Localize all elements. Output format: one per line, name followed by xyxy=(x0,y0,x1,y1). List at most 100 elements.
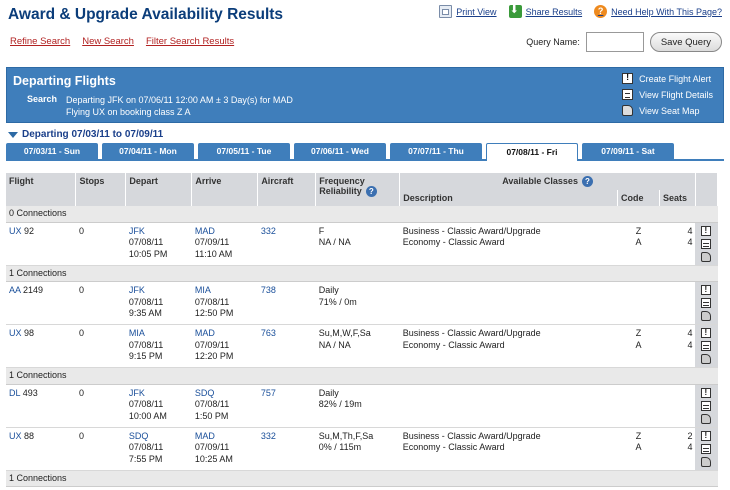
create-flight-alert-label[interactable]: Create Flight Alert xyxy=(639,74,711,84)
save-query-button[interactable]: Save Query xyxy=(649,32,722,52)
aircraft-type[interactable]: 757 xyxy=(261,388,276,398)
action-cell xyxy=(695,470,718,488)
view-seat-map-label[interactable]: View Seat Map xyxy=(639,106,699,116)
details-icon[interactable] xyxy=(701,298,712,309)
airline-code[interactable]: UX xyxy=(9,328,22,338)
reliability-help-icon[interactable]: ? xyxy=(365,186,377,198)
frequency-cell: Su,M,Th,F,Sa 0% / 115m xyxy=(315,427,400,471)
details-icon[interactable] xyxy=(701,341,712,352)
print-view-link[interactable]: Print View xyxy=(439,5,497,18)
details-icon[interactable] xyxy=(701,238,712,249)
query-name-label: Query Name: xyxy=(526,37,580,47)
seat-icon[interactable] xyxy=(701,251,712,262)
seat-count: 4 xyxy=(687,339,693,350)
tab-07-05[interactable]: 07/05/11 - Tue xyxy=(198,143,290,159)
reliability-value: NA / NA xyxy=(318,237,351,248)
refine-search-link[interactable]: Refine Search xyxy=(10,36,70,47)
filter-results-link[interactable]: Filter Search Results xyxy=(146,36,234,47)
alert-icon[interactable] xyxy=(701,225,712,236)
action-cell xyxy=(695,265,718,283)
query-name-input[interactable] xyxy=(585,32,644,52)
arrive-airport[interactable]: SDQ xyxy=(195,388,255,400)
class-description: Economy - Classic Award xyxy=(402,442,505,453)
airline-code[interactable]: AA xyxy=(9,285,21,295)
frequency-cell: Su,M,W,F,Sa NA / NA xyxy=(315,324,400,369)
depart-cell: JFK 07/08/11 10:05 PM xyxy=(125,222,192,266)
tab-07-09[interactable]: 07/09/11 - Sat xyxy=(582,143,674,159)
depart-time: 10:05 PM xyxy=(128,248,168,259)
view-seat-map-link[interactable]: View Seat Map xyxy=(622,105,713,116)
arrive-date: 07/09/11 xyxy=(194,339,230,350)
alert-icon[interactable] xyxy=(701,387,712,398)
top-links: Print View Share Results ? Need Help Wit… xyxy=(439,3,722,18)
class-description: Business - Classic Award/Upgrade xyxy=(402,225,541,236)
airline-code[interactable]: UX xyxy=(9,431,22,441)
depart-airport[interactable]: SDQ xyxy=(129,431,189,443)
aircraft-type[interactable]: 738 xyxy=(261,285,276,295)
seats-cell: 24 xyxy=(659,427,696,471)
help-link[interactable]: ? Need Help With This Page? xyxy=(594,5,722,18)
tab-07-07[interactable]: 07/07/11 - Thu xyxy=(390,143,482,159)
tab-07-03[interactable]: 07/03/11 - Sun xyxy=(6,143,98,159)
class-code: A xyxy=(635,237,642,248)
view-flight-details-label[interactable]: View Flight Details xyxy=(639,90,713,100)
arrive-airport[interactable]: MAD xyxy=(195,328,255,340)
date-range-toggle[interactable]: Departing 07/03/11 to 07/09/11 xyxy=(8,129,163,140)
col-arrive: Arrive xyxy=(191,173,259,207)
alert-icon[interactable] xyxy=(701,284,712,296)
arrive-airport[interactable]: MAD xyxy=(195,226,255,238)
share-results-label[interactable]: Share Results xyxy=(526,7,583,17)
airline-code[interactable]: UX xyxy=(9,226,22,236)
depart-airport[interactable]: MIA xyxy=(129,328,189,340)
seat-icon[interactable] xyxy=(701,413,712,424)
arrive-time: 11:10 AM xyxy=(194,248,233,259)
tab-07-08[interactable]: 07/08/11 - Fri xyxy=(486,143,578,161)
arrive-cell: SDQ 07/08/11 1:50 PM xyxy=(191,384,258,428)
depart-airport[interactable]: JFK xyxy=(129,226,189,238)
arrive-airport[interactable]: MIA xyxy=(195,285,255,297)
new-search-link[interactable]: New Search xyxy=(82,36,134,47)
available-classes-label: Available Classes xyxy=(502,176,578,186)
alert-icon[interactable] xyxy=(701,430,712,441)
arrive-date: 07/08/11 xyxy=(194,296,230,307)
print-view-label[interactable]: Print View xyxy=(456,7,496,17)
col-stops: Stops xyxy=(75,173,127,207)
col-seats: Seats xyxy=(659,190,696,207)
results-table: Flight Stops Depart Arrive Aircraft Freq… xyxy=(6,173,719,488)
aircraft-type[interactable]: 332 xyxy=(261,226,276,236)
airline-code[interactable]: DL xyxy=(9,388,20,398)
flight-row: AA 2149 0 JFK 07/08/11 9:35 AM MIA 07/08… xyxy=(6,281,718,326)
class-description: Economy - Classic Award xyxy=(402,339,505,350)
details-icon[interactable] xyxy=(701,400,712,411)
connections-row: 1 Connections xyxy=(6,265,718,283)
col-frequency: Frequency Reliability? xyxy=(315,173,401,207)
aircraft-type[interactable]: 332 xyxy=(261,431,276,441)
arrive-airport[interactable]: MAD xyxy=(195,431,255,443)
view-flight-details-link[interactable]: View Flight Details xyxy=(622,89,713,100)
classes-help-icon[interactable]: ? xyxy=(581,176,593,188)
depart-airport[interactable]: JFK xyxy=(129,285,189,297)
tab-07-04[interactable]: 07/04/11 - Mon xyxy=(102,143,194,159)
aircraft-type[interactable]: 763 xyxy=(261,328,276,338)
share-results-link[interactable]: Share Results xyxy=(508,3,583,18)
flight-cell: DL 493 xyxy=(6,384,76,428)
depart-airport[interactable]: JFK xyxy=(129,388,189,400)
panel-actions: Create Flight Alert View Flight Details … xyxy=(622,72,713,116)
seat-icon[interactable] xyxy=(701,456,712,467)
create-flight-alert-link[interactable]: Create Flight Alert xyxy=(622,72,713,84)
depart-time: 7:55 PM xyxy=(128,453,163,464)
help-label[interactable]: Need Help With This Page? xyxy=(611,7,722,17)
seat-icon[interactable] xyxy=(701,311,712,322)
aircraft-cell: 738 xyxy=(257,281,316,326)
flight-number: 98 xyxy=(24,328,35,339)
help-icon: ? xyxy=(594,5,608,18)
depart-time: 9:15 PM xyxy=(128,351,163,362)
arrive-cell: MAD 07/09/11 11:10 AM xyxy=(191,222,258,266)
alert-icon[interactable] xyxy=(701,327,712,339)
details-icon[interactable] xyxy=(701,443,712,454)
aircraft-cell: 757 xyxy=(257,384,316,428)
seats-cell: 44 xyxy=(659,222,696,266)
tab-07-06[interactable]: 07/06/11 - Wed xyxy=(294,143,386,159)
arrive-cell: MAD 07/09/11 10:25 AM xyxy=(191,427,258,471)
seat-icon[interactable] xyxy=(701,354,712,365)
